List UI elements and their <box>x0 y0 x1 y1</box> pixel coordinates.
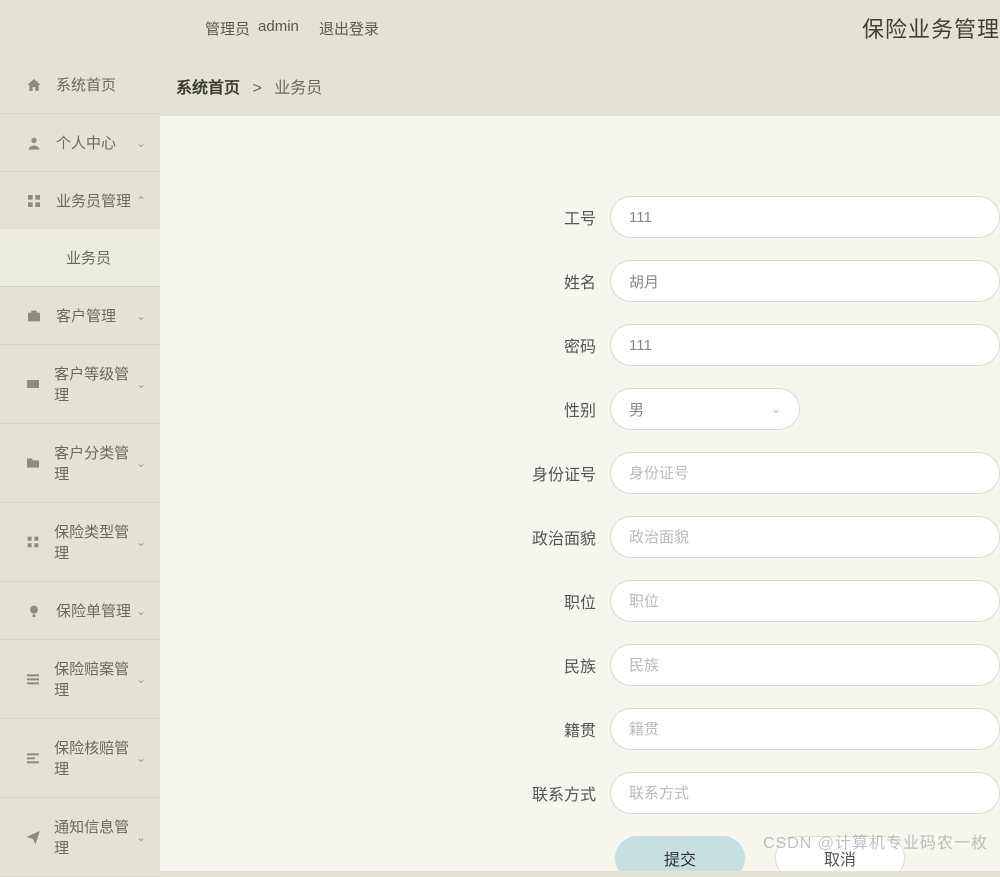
chevron-down-icon: ⌄ <box>136 309 146 323</box>
chevron-down-icon: ⌄ <box>136 136 146 150</box>
chevron-down-icon: ⌄ <box>771 402 781 416</box>
sidebar-item-customer-level[interactable]: 客户等级管理 ⌄ <box>0 345 160 424</box>
gender-selected-value: 男 <box>629 399 644 420</box>
sidebar-item-notify[interactable]: 通知信息管理 ⌄ <box>0 798 160 877</box>
label-id-no: 身份证号 <box>160 461 610 485</box>
folder-icon <box>24 453 42 473</box>
content-area: 系统首页 > 业务员 工号 姓名 密码 性别 男 ⌄ <box>160 56 1000 871</box>
tag-icon <box>24 532 42 552</box>
chevron-down-icon: ⌄ <box>136 456 146 470</box>
sidebar-item-label: 客户等级管理 <box>54 363 136 405</box>
label-password: 密码 <box>160 333 610 357</box>
sidebar-item-customer[interactable]: 客户管理 ⌄ <box>0 287 160 345</box>
send-icon <box>24 827 42 847</box>
sidebar-item-label: 保险核赔管理 <box>54 737 136 779</box>
sidebar-subitem-label: 业务员 <box>66 250 111 267</box>
label-political: 政治面貌 <box>160 525 610 549</box>
hometown-input[interactable] <box>610 708 1000 750</box>
name-input[interactable] <box>610 260 1000 302</box>
sidebar-item-label: 客户管理 <box>56 305 116 326</box>
admin-prefix: 管理员 <box>205 18 250 39</box>
sidebar-item-label: 个人中心 <box>56 132 116 153</box>
sidebar-item-customer-category[interactable]: 客户分类管理 ⌄ <box>0 424 160 503</box>
sidebar-item-insurance-type[interactable]: 保险类型管理 ⌄ <box>0 503 160 582</box>
home-icon <box>24 75 44 95</box>
password-input[interactable] <box>610 324 1000 366</box>
person-icon <box>24 133 44 153</box>
id-no-input[interactable] <box>610 452 1000 494</box>
app-title: 保险业务管理 <box>862 12 1000 44</box>
sidebar-subitem-agent[interactable]: 业务员 <box>0 229 160 287</box>
submit-button[interactable]: 提交 <box>615 836 745 871</box>
sidebar-item-review[interactable]: 保险核赔管理 ⌄ <box>0 719 160 798</box>
check-icon <box>24 748 42 768</box>
list-icon <box>24 669 42 689</box>
label-hometown: 籍贯 <box>160 717 610 741</box>
label-ethnic: 民族 <box>160 653 610 677</box>
grid-icon <box>24 191 44 211</box>
sidebar: 系统首页 个人中心 ⌄ 业务员管理 ⌃ 业务员 客户管理 ⌄ 客户等级管理 ⌄ <box>0 56 160 871</box>
sidebar-item-profile[interactable]: 个人中心 ⌄ <box>0 114 160 172</box>
chevron-down-icon: ⌄ <box>136 751 146 765</box>
contact-input[interactable] <box>610 772 1000 814</box>
sidebar-item-label: 系统首页 <box>56 74 116 95</box>
gender-select[interactable]: 男 ⌄ <box>610 388 800 430</box>
breadcrumb-sep: > <box>252 80 261 97</box>
sidebar-item-policy[interactable]: 保险单管理 ⌄ <box>0 582 160 640</box>
label-gender: 性别 <box>160 397 610 421</box>
top-bar: 管理员 admin 退出登录 保险业务管理 <box>0 0 1000 56</box>
breadcrumb: 系统首页 > 业务员 <box>160 56 1000 116</box>
breadcrumb-current: 业务员 <box>274 80 322 97</box>
label-name: 姓名 <box>160 269 610 293</box>
sidebar-item-label: 业务员管理 <box>56 190 131 211</box>
position-input[interactable] <box>610 580 1000 622</box>
sidebar-item-label: 保险单管理 <box>56 600 131 621</box>
chevron-up-icon: ⌃ <box>136 194 146 208</box>
bulb-icon <box>24 601 44 621</box>
sidebar-item-label: 客户分类管理 <box>54 442 136 484</box>
ethnic-input[interactable] <box>610 644 1000 686</box>
sidebar-item-agent-mgmt[interactable]: 业务员管理 ⌃ <box>0 172 160 229</box>
emp-no-input[interactable] <box>610 196 1000 238</box>
sidebar-item-home[interactable]: 系统首页 <box>0 56 160 114</box>
chevron-down-icon: ⌄ <box>136 535 146 549</box>
label-position: 职位 <box>160 589 610 613</box>
sidebar-item-label: 通知信息管理 <box>54 816 136 858</box>
briefcase-icon <box>24 306 44 326</box>
label-emp-no: 工号 <box>160 205 610 229</box>
political-input[interactable] <box>610 516 1000 558</box>
chevron-down-icon: ⌄ <box>136 377 146 391</box>
top-bar-left: 管理员 admin 退出登录 <box>205 18 379 39</box>
chevron-down-icon: ⌄ <box>136 672 146 686</box>
breadcrumb-home[interactable]: 系统首页 <box>176 80 240 97</box>
admin-name: admin <box>258 18 299 39</box>
chevron-down-icon: ⌄ <box>136 830 146 844</box>
card-icon <box>24 374 42 394</box>
watermark: CSDN @计算机专业码农一枚 <box>763 829 988 853</box>
sidebar-item-label: 保险赔案管理 <box>54 658 136 700</box>
sidebar-item-label: 保险类型管理 <box>54 521 136 563</box>
label-contact: 联系方式 <box>160 781 610 805</box>
form: 工号 姓名 密码 性别 男 ⌄ 身份证号 <box>160 116 1000 871</box>
sidebar-item-claim[interactable]: 保险赔案管理 ⌄ <box>0 640 160 719</box>
logout-link[interactable]: 退出登录 <box>319 18 379 39</box>
chevron-down-icon: ⌄ <box>136 604 146 618</box>
